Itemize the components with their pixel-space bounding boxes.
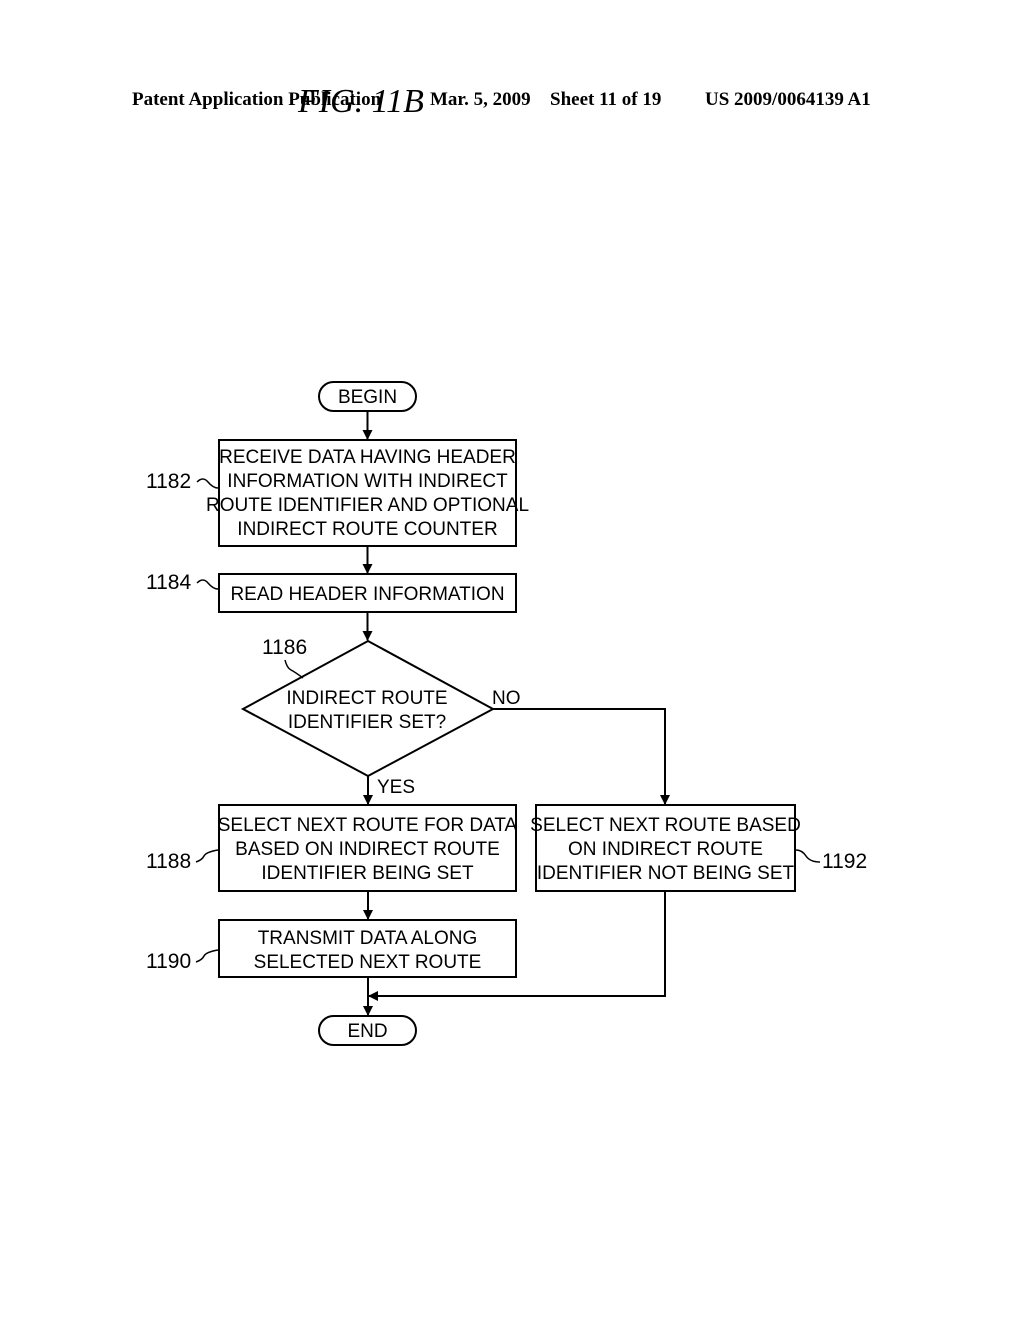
leader-1182 [196,478,219,489]
flowchart: FIG. 11B BEGIN RECEIVE DATA HAVING HEADE… [146,83,867,1046]
ref-1182: 1182 [146,470,191,493]
leader-1184 [196,579,219,590]
step-1192-line: ON INDIRECT ROUTE [568,839,763,860]
step-1182-line: ROUTE IDENTIFIER AND OPTIONAL [206,495,529,516]
begin-label: BEGIN [338,387,397,408]
decision-1186-line: IDENTIFIER SET? [288,712,446,733]
ref-1184: 1184 [146,571,191,594]
leader-1188 [195,849,219,863]
ref-1188: 1188 [146,850,191,873]
step-1182-line: INFORMATION WITH INDIRECT [227,471,508,492]
step-1192-line: IDENTIFIER NOT BEING SET [537,863,795,884]
ref-1192: 1192 [822,850,867,873]
step-1188-line: BASED ON INDIRECT ROUTE [235,839,500,860]
ref-1190: 1190 [146,950,191,973]
no-label: NO [492,688,521,709]
decision-1186-line: INDIRECT ROUTE [286,688,447,709]
step-1192-line: SELECT NEXT ROUTE BASED [530,815,801,836]
end-label: END [347,1021,387,1042]
ref-1186: 1186 [262,636,307,659]
step-1190-line: SELECTED NEXT ROUTE [254,952,482,973]
step-1188-line: IDENTIFIER BEING SET [261,863,474,884]
leader-1186 [284,659,304,679]
yes-label: YES [377,777,415,798]
figure-title: FIG. 11B [297,83,424,120]
leader-1192 [795,849,821,863]
step-1184-line: READ HEADER INFORMATION [230,584,504,605]
arrow-no-to-1192 [493,708,670,805]
leader-1190 [195,949,219,963]
step-1190-line: TRANSMIT DATA ALONG [258,928,478,949]
step-1182-line: INDIRECT ROUTE COUNTER [237,519,497,540]
step-1182-line: RECEIVE DATA HAVING HEADER [219,447,516,468]
step-1188-line: SELECT NEXT ROUTE FOR DATA [218,815,518,836]
